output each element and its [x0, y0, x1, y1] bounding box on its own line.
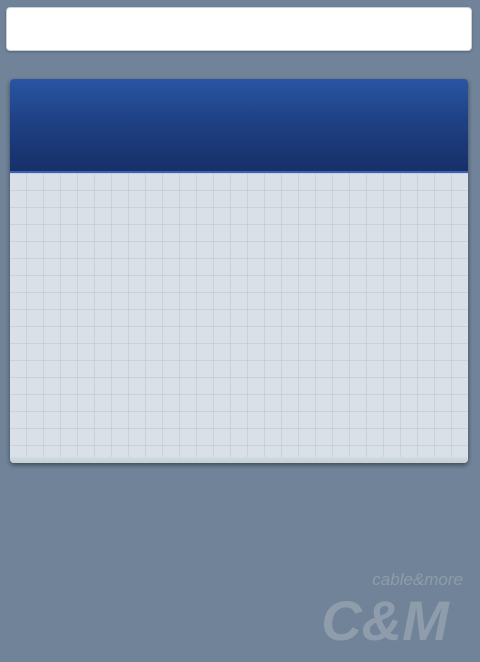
top-input-field[interactable] [6, 7, 472, 51]
content-panel [10, 79, 468, 463]
brand-monogram: C&M [321, 589, 450, 648]
panel-grid-area [10, 173, 468, 463]
brand-tagline: cable&more [372, 570, 463, 589]
brand-logo: cable&more C&M [321, 570, 463, 648]
panel-header [10, 79, 468, 173]
panel-footer [10, 457, 468, 463]
